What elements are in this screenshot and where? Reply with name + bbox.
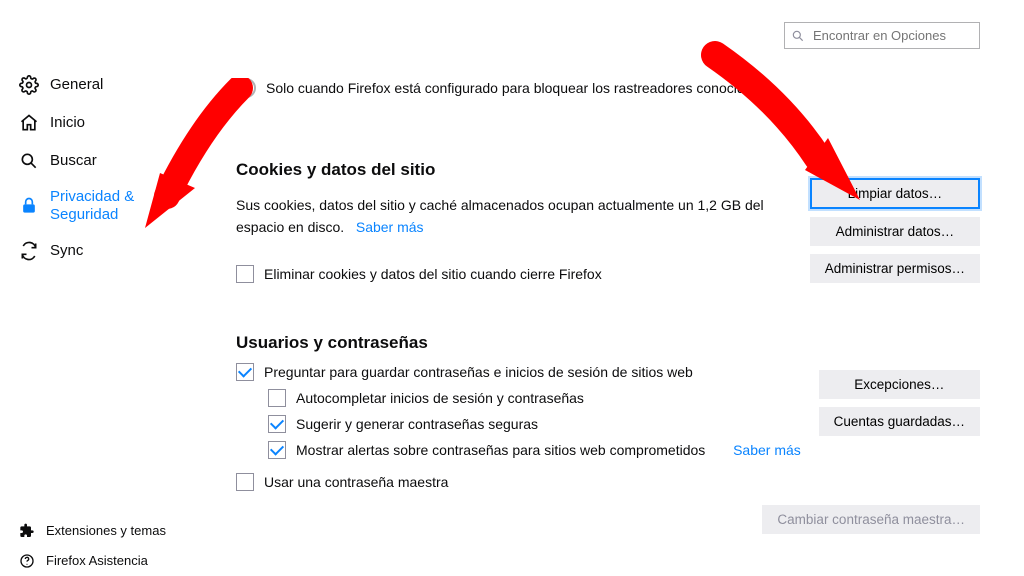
change-master-password-button: Cambiar contraseña maestra… (762, 505, 980, 534)
sidebar-item-privacy[interactable]: Privacidad & Seguridad (0, 180, 200, 232)
sidebar-item-home[interactable]: Inicio (0, 104, 200, 142)
checkbox-checked-icon (268, 415, 286, 433)
manage-permissions-button[interactable]: Administrar permisos… (810, 254, 980, 283)
checkbox-unchecked-icon (236, 473, 254, 491)
sidebar-item-search[interactable]: Buscar (0, 142, 200, 180)
passwords-title: Usuarios y contraseñas (236, 333, 994, 353)
cookies-desc-text: Sus cookies, datos del sitio y caché alm… (236, 197, 764, 235)
cookies-desc: Sus cookies, datos del sitio y caché alm… (236, 194, 796, 239)
sidebar-item-label: Privacidad & Seguridad (50, 188, 190, 224)
sidebar-item-label: Extensiones y temas (46, 523, 166, 539)
tracker-radio-row[interactable]: Solo cuando Firefox está configurado par… (236, 78, 994, 98)
sidebar-item-label: Sync (50, 242, 83, 260)
sidebar-item-general[interactable]: General (0, 66, 200, 104)
sidebar-item-label: Firefox Asistencia (46, 553, 148, 569)
search-input[interactable] (784, 22, 980, 49)
sync-icon (18, 240, 40, 262)
radio-label: Solo cuando Firefox está configurado par… (266, 80, 759, 96)
search-icon (791, 29, 805, 43)
search-wrap (784, 22, 980, 49)
sidebar-item-label: General (50, 76, 103, 94)
checkbox-checked-icon (236, 363, 254, 381)
sidebar-item-help[interactable]: Firefox Asistencia (0, 546, 200, 576)
manage-data-button[interactable]: Administrar datos… (810, 217, 980, 246)
checkbox-label: Preguntar para guardar contraseñas e ini… (264, 364, 693, 380)
lock-icon (18, 195, 40, 217)
puzzle-icon (18, 522, 36, 540)
checkbox-checked-icon (268, 441, 286, 459)
checkbox-unchecked-icon (268, 389, 286, 407)
sidebar: General Inicio Buscar (0, 0, 200, 576)
main-content: Solo cuando Firefox está configurado par… (200, 0, 1024, 576)
breach-alerts-learn-more-link[interactable]: Saber más (733, 442, 801, 458)
master-password-checkbox[interactable]: Usar una contraseña maestra (236, 473, 994, 491)
magnifier-icon (18, 150, 40, 172)
question-icon (18, 552, 36, 570)
sidebar-item-label: Buscar (50, 152, 97, 170)
sidebar-item-label: Inicio (50, 114, 85, 132)
checkbox-unchecked-icon (236, 265, 254, 283)
checkbox-label: Mostrar alertas sobre contraseñas para s… (296, 442, 705, 458)
home-icon (18, 112, 40, 134)
gear-icon (18, 74, 40, 96)
sidebar-item-sync[interactable]: Sync (0, 232, 200, 270)
clear-data-button[interactable]: Limpiar datos… (810, 178, 980, 209)
checkbox-label: Autocompletar inicios de sesión y contra… (296, 390, 584, 406)
checkbox-label: Eliminar cookies y datos del sitio cuand… (264, 266, 602, 282)
checkbox-label: Usar una contraseña maestra (264, 474, 448, 490)
checkbox-label: Sugerir y generar contraseñas seguras (296, 416, 538, 432)
cookies-learn-more-link[interactable]: Saber más (356, 219, 424, 235)
sidebar-item-extensions[interactable]: Extensiones y temas (0, 516, 200, 546)
exceptions-button[interactable]: Excepciones… (819, 370, 980, 399)
cookies-title: Cookies y datos del sitio (236, 160, 994, 180)
saved-logins-button[interactable]: Cuentas guardadas… (819, 407, 980, 436)
radio-unchecked-icon (236, 78, 256, 98)
breach-alerts-checkbox[interactable]: Mostrar alertas sobre contraseñas para s… (268, 441, 994, 459)
